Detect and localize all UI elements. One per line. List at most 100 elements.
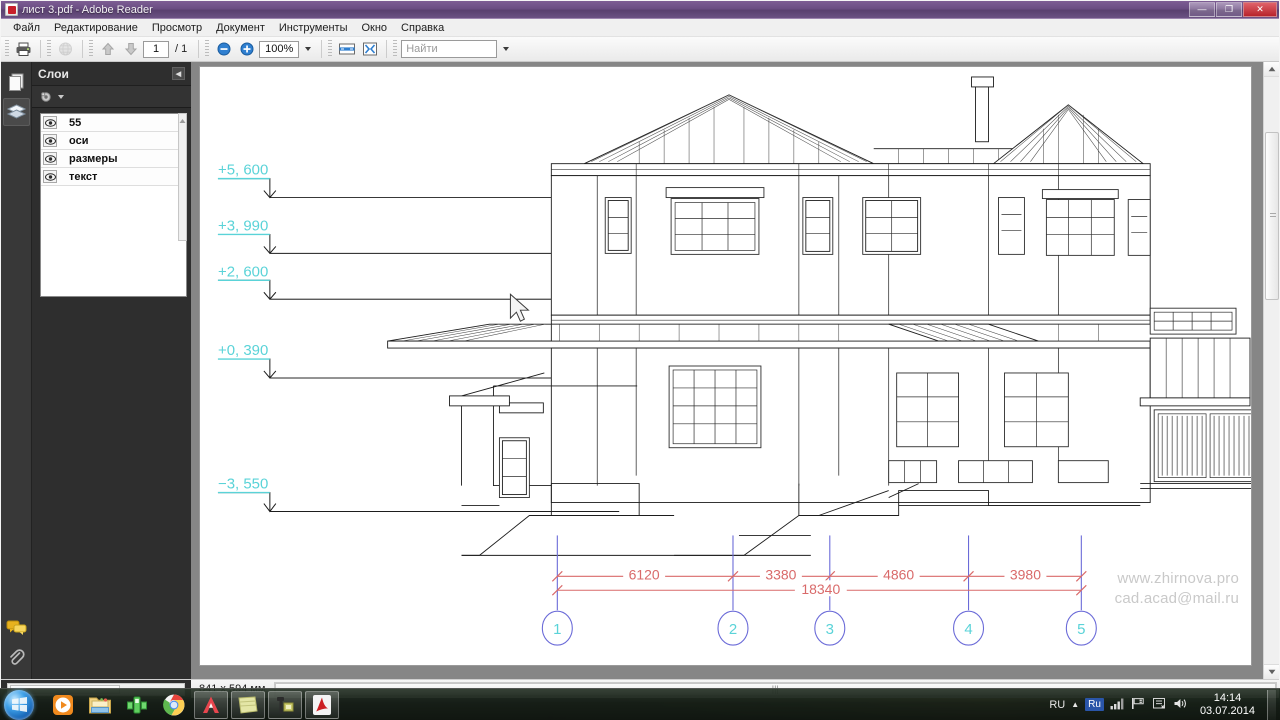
toolbar-separator-1 — [40, 40, 41, 58]
menu-item-file[interactable]: Файл — [7, 21, 46, 35]
elevation-label-1: +5, 600 — [218, 162, 268, 179]
sidebar-item-layers[interactable] — [2, 98, 30, 126]
taskbar-apps — [46, 690, 339, 719]
sidebar-item-comments[interactable] — [3, 613, 30, 641]
elevation-label-3: +2, 600 — [218, 263, 268, 280]
toolbar-grip-5[interactable] — [328, 40, 333, 58]
close-button[interactable]: ✕ — [1243, 2, 1277, 17]
dimension-segment-1: 6120 — [629, 566, 660, 582]
dimension-segment-4: 3980 — [1010, 566, 1041, 582]
layers-panel-header: Слои ◀ — [32, 62, 191, 86]
notes-icon[interactable] — [231, 690, 265, 719]
print-icon[interactable] — [13, 39, 34, 60]
list-item[interactable]: текст — [41, 168, 186, 186]
zoom-in-icon[interactable] — [236, 39, 257, 60]
toolbar-grip-3[interactable] — [89, 40, 93, 58]
volume-icon[interactable] — [1173, 697, 1188, 713]
clock-time: 14:14 — [1213, 691, 1242, 704]
building-outline — [269, 76, 1251, 556]
window-body: Слои ◀ 55 оси размеры текст 1 2 3 4 5 61… — [1, 62, 1279, 679]
scroll-down-arrow-icon[interactable] — [1264, 664, 1279, 679]
menu-item-window[interactable]: Окно — [355, 21, 393, 35]
window-left-wing — [498, 437, 530, 499]
window-2f-4 — [862, 197, 922, 255]
dimension-total: 18340 — [801, 581, 840, 597]
minimize-button[interactable]: — — [1189, 2, 1215, 17]
window-basement-1 — [888, 460, 938, 484]
zoom-level-input[interactable]: 100% — [259, 40, 300, 58]
zoom-out-icon[interactable] — [213, 39, 234, 60]
menu-item-tools[interactable]: Инструменты — [273, 21, 354, 35]
search-input[interactable]: Найти — [401, 40, 498, 58]
explorer-icon[interactable] — [83, 691, 117, 719]
menu-item-help[interactable]: Справка — [395, 21, 450, 35]
toolbar-separator-3 — [198, 40, 200, 58]
eye-icon[interactable] — [43, 116, 57, 129]
fit-width-icon[interactable] — [336, 39, 357, 60]
restore-button[interactable]: ❐ — [1216, 2, 1242, 17]
axis-mark-1: 1 — [553, 621, 561, 638]
dimension-segment-2: 3380 — [765, 566, 796, 582]
eye-icon[interactable] — [43, 152, 57, 165]
network-signal-icon[interactable] — [1110, 697, 1125, 713]
viewer-vertical-scrollbar[interactable] — [1263, 62, 1279, 679]
sidebar-item-attachments[interactable] — [3, 643, 30, 671]
clock-date: 03.07.2014 — [1199, 704, 1255, 717]
tool-icon[interactable] — [268, 690, 302, 719]
window-controls: — ❐ ✕ — [1189, 2, 1277, 17]
options-chevron-down-icon[interactable] — [58, 94, 64, 99]
scroll-up-arrow-icon[interactable] — [1264, 62, 1279, 77]
layers-panel-scrollbar[interactable] — [178, 113, 187, 241]
previous-page-icon[interactable] — [97, 39, 118, 60]
list-item[interactable]: 55 — [41, 114, 186, 132]
adobe-reader-icon — [5, 3, 18, 16]
elevation-label-4: +0, 390 — [218, 342, 268, 359]
options-gear-icon — [41, 91, 51, 102]
window-1f-3 — [1004, 372, 1069, 448]
layers-empty-area — [41, 186, 186, 296]
language-indicator[interactable]: Ru — [1085, 698, 1104, 711]
document-viewer[interactable]: 1 2 3 4 5 6120 3380 4860 3980 18340 +5, … — [191, 62, 1279, 679]
media-player-icon[interactable] — [46, 691, 80, 719]
next-page-icon[interactable] — [120, 39, 141, 60]
search-placeholder: Найти — [406, 43, 438, 55]
action-center-icon[interactable] — [1152, 696, 1167, 713]
autocad-icon[interactable] — [194, 690, 228, 719]
panel-collapse-button[interactable]: ◀ — [172, 67, 185, 80]
green-app-icon[interactable] — [120, 691, 154, 719]
mouse-cursor — [509, 293, 530, 322]
tray-lang-label: RU — [1049, 698, 1066, 711]
clock[interactable]: 14:14 03.07.2014 — [1194, 692, 1261, 718]
sidebar-item-pages[interactable] — [3, 68, 30, 96]
screen: лист 3.pdf - Adobe Reader — ❐ ✕ Файл Ред… — [0, 0, 1280, 720]
show-desktop-button[interactable] — [1267, 689, 1276, 720]
list-item[interactable]: оси — [41, 132, 186, 150]
tray-expand-icon[interactable]: ▲ — [1071, 700, 1079, 709]
zoom-dropdown-chevron-down-icon[interactable] — [301, 41, 315, 58]
menu-item-document[interactable]: Документ — [210, 21, 271, 35]
toolbar-grip[interactable] — [5, 40, 9, 58]
scroll-up-arrow-icon[interactable] — [179, 115, 186, 123]
menu-item-view[interactable]: Просмотр — [146, 21, 208, 35]
list-item[interactable]: размеры — [41, 150, 186, 168]
adobe-reader-icon[interactable] — [305, 690, 339, 719]
toolbar-grip-6[interactable] — [393, 40, 398, 58]
window-2f-6 — [1041, 189, 1119, 256]
window-2f-7 — [1127, 199, 1151, 256]
panel-title-label: Слои — [38, 66, 69, 81]
flag-icon[interactable] — [1131, 697, 1146, 713]
toolbar-grip-2[interactable] — [47, 40, 51, 58]
start-button[interactable] — [4, 689, 34, 720]
toolbar-grip-4[interactable] — [205, 40, 210, 58]
search-dropdown-chevron-down-icon[interactable] — [499, 41, 513, 58]
elevation-label-5: −3, 550 — [218, 476, 268, 493]
scrollbar-thumb[interactable] — [1265, 132, 1279, 300]
chrome-icon[interactable] — [157, 691, 191, 719]
eye-icon[interactable] — [43, 134, 57, 147]
axis-mark-3: 3 — [826, 621, 834, 638]
layers-list: 55 оси размеры текст — [40, 113, 187, 297]
page-number-input[interactable]: 1 — [143, 40, 169, 58]
menu-item-edit[interactable]: Редактирование — [48, 21, 144, 35]
fit-page-icon[interactable] — [359, 39, 380, 60]
eye-icon[interactable] — [43, 170, 57, 183]
